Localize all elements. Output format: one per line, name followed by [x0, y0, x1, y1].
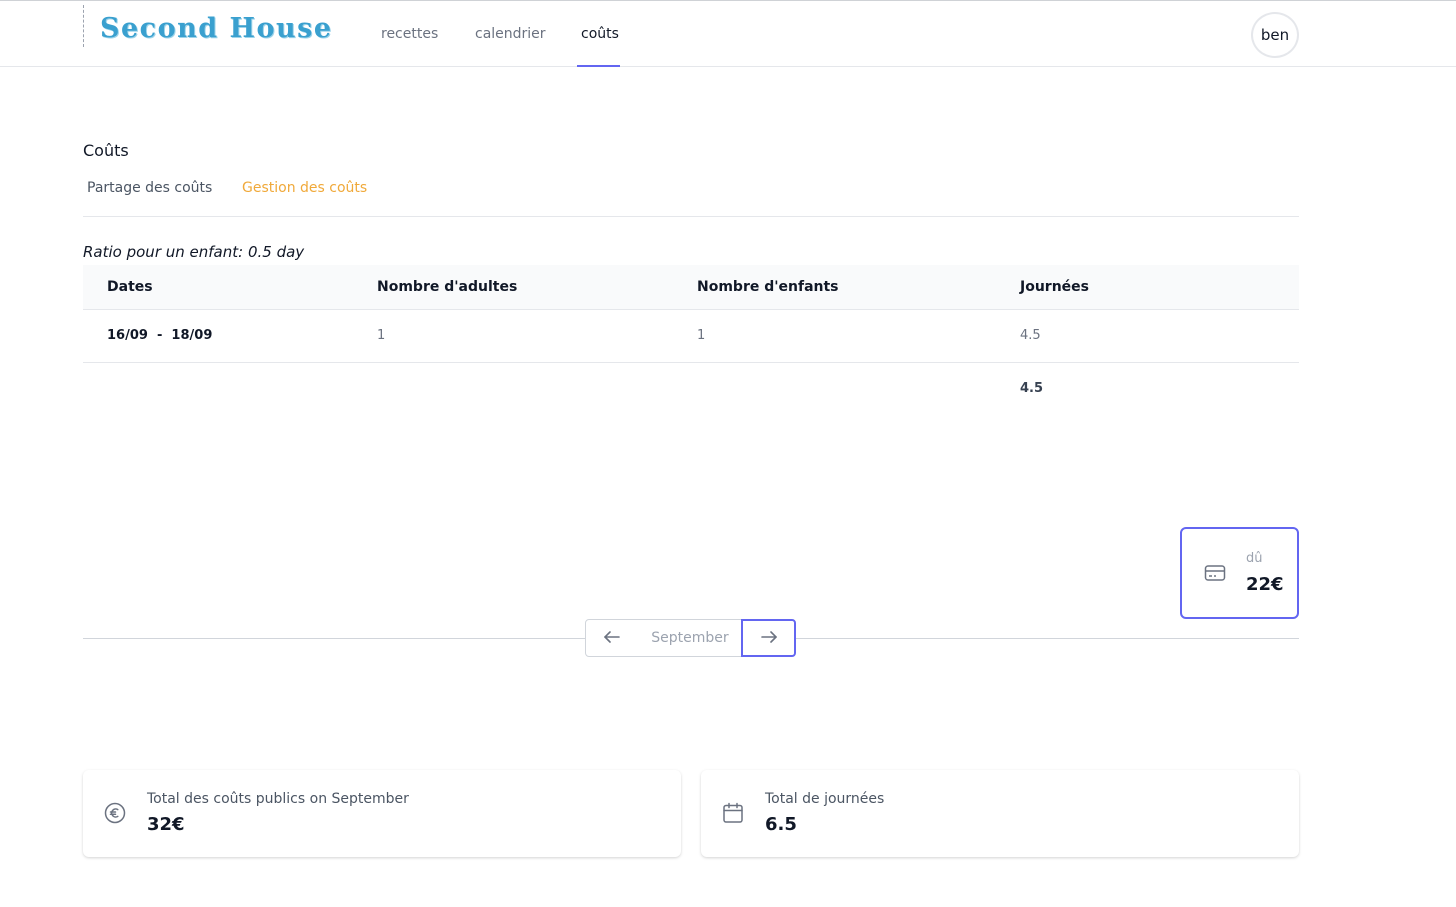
arrow-left-icon	[603, 630, 621, 647]
tab-partage-des-couts[interactable]: Partage des coûts	[87, 180, 212, 196]
cell-days: 4.5	[1020, 328, 1041, 343]
table-row: 16/09 - 18/09 1 1 4.5	[83, 310, 1299, 363]
child-ratio-text: Ratio pour un enfant: 0.5 day	[83, 243, 305, 261]
amount-due-value: 22€	[1246, 574, 1284, 595]
user-avatar-button[interactable]: ben	[1251, 12, 1299, 58]
tab-gestion-des-couts[interactable]: Gestion des coûts	[242, 180, 367, 196]
nav-active-indicator	[577, 65, 620, 67]
column-header-dates: Dates	[107, 279, 153, 295]
table-header: Dates Nombre d'adultes Nombre d'enfants …	[83, 265, 1299, 310]
stat-label: Total des coûts publics on September	[147, 791, 409, 807]
page-title: Coûts	[83, 141, 129, 160]
calendar-icon	[721, 801, 745, 829]
column-header-children: Nombre d'enfants	[697, 279, 839, 295]
tabs-divider	[83, 216, 1299, 217]
nav-item-recettes[interactable]: recettes	[381, 26, 438, 42]
top-navigation-bar: Second House recettes calendrier coûts b…	[0, 0, 1456, 67]
stat-value: 6.5	[765, 814, 797, 835]
logo-divider	[83, 5, 84, 47]
previous-month-button[interactable]	[585, 619, 639, 657]
euro-icon	[103, 801, 127, 829]
cell-dates: 16/09 - 18/09	[107, 328, 213, 343]
stat-card-total-days: Total de journées 6.5	[701, 770, 1299, 857]
amount-due-card[interactable]: dû 22€	[1180, 527, 1299, 619]
credit-card-icon	[1204, 564, 1226, 586]
arrow-right-icon	[760, 630, 778, 647]
app-logo[interactable]: Second House	[100, 13, 333, 44]
current-month-label: September	[638, 619, 742, 657]
nav-item-couts[interactable]: coûts	[581, 26, 619, 42]
stat-label: Total de journées	[765, 791, 885, 807]
stat-card-total-public-costs: Total des coûts publics on September 32€	[83, 770, 681, 857]
stat-value: 32€	[147, 814, 185, 835]
column-header-adults: Nombre d'adultes	[377, 279, 518, 295]
cell-adults: 1	[377, 328, 386, 343]
next-month-button[interactable]	[741, 619, 796, 657]
column-header-days: Journées	[1020, 279, 1089, 295]
table-total-days: 4.5	[1020, 381, 1044, 396]
month-pager: September	[585, 619, 796, 657]
cell-children: 1	[697, 328, 706, 343]
nav-item-calendrier[interactable]: calendrier	[475, 26, 546, 42]
amount-due-label: dû	[1246, 551, 1263, 566]
